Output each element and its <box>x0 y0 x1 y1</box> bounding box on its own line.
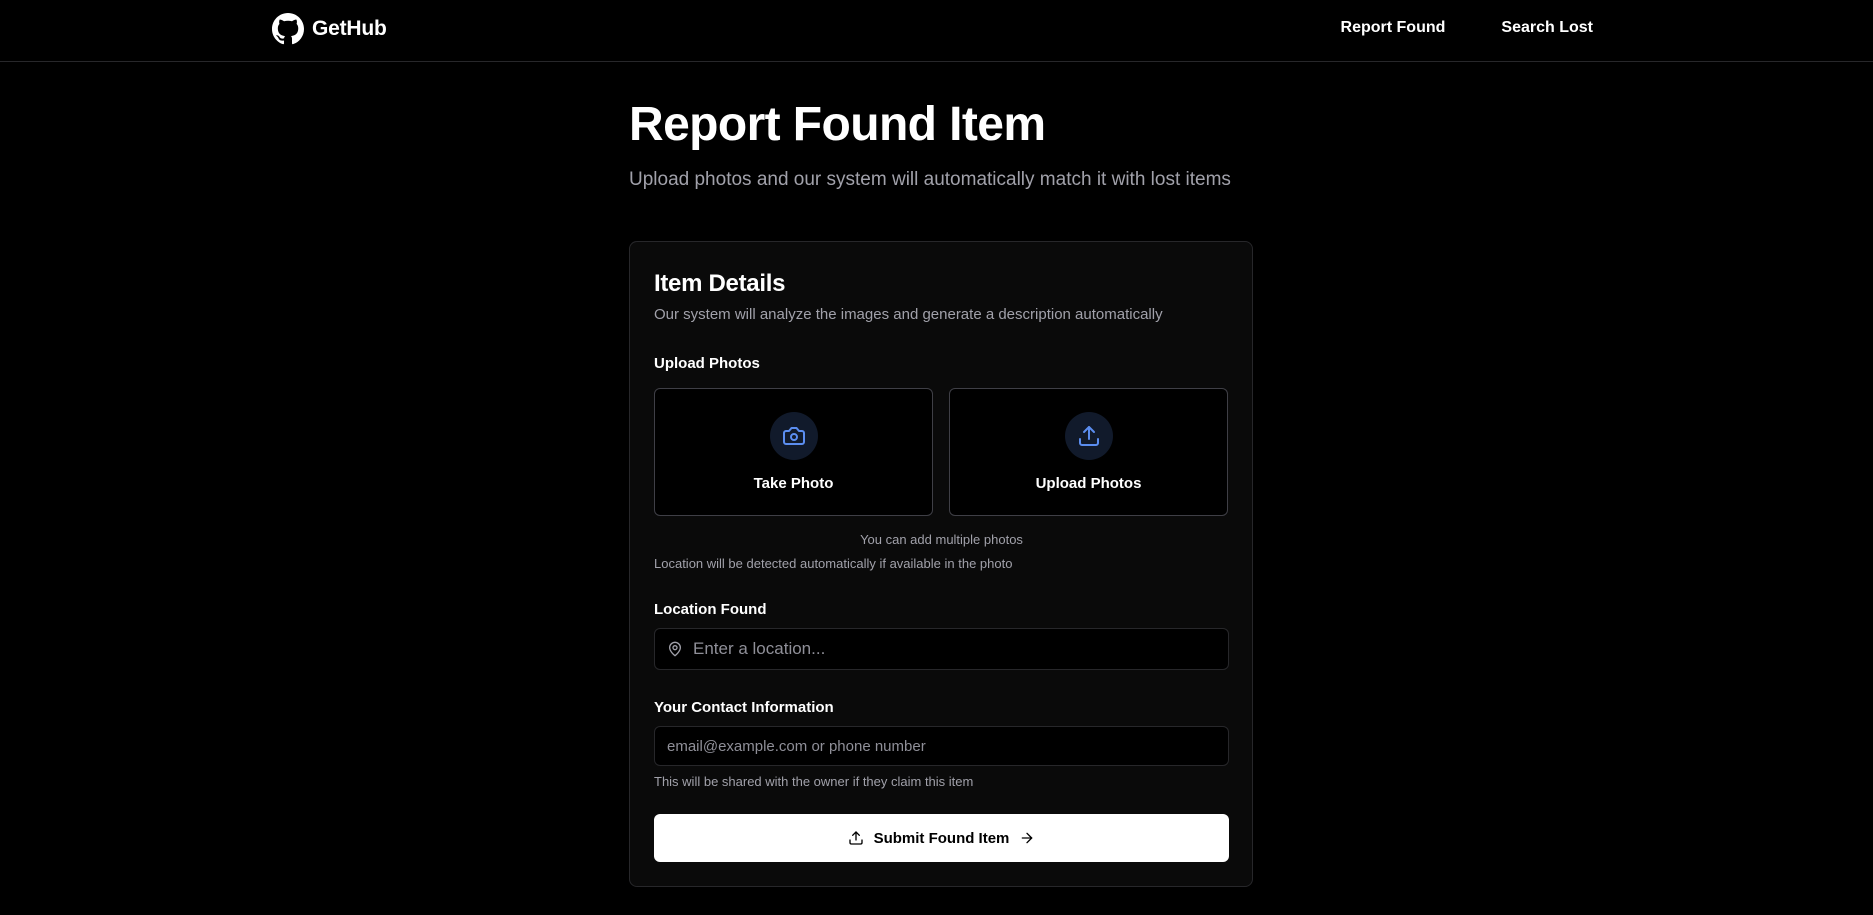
nav-link-report-found[interactable]: Report Found <box>1341 19 1446 37</box>
contact-share-note: This will be shared with the owner if th… <box>654 774 974 789</box>
location-found-label: Location Found <box>654 601 767 618</box>
item-details-card: Item Details Our system will analyze the… <box>629 241 1253 887</box>
brand[interactable]: GetHub <box>272 13 387 45</box>
card-description: Our system will analyze the images and g… <box>654 306 1163 323</box>
upload-photos-button[interactable]: Upload Photos <box>949 388 1228 516</box>
location-input[interactable] <box>693 639 1228 659</box>
top-navbar: GetHub Report Found Search Lost <box>0 0 1873 62</box>
multiple-photos-hint: You can add multiple photos <box>860 532 1023 547</box>
camera-icon <box>783 427 805 445</box>
contact-input[interactable] <box>667 737 1228 755</box>
submit-button-label: Submit Found Item <box>873 829 1010 847</box>
brand-name: GetHub <box>312 17 387 40</box>
contact-info-label: Your Contact Information <box>654 699 834 716</box>
contact-field <box>654 726 1229 766</box>
nav-link-search-lost[interactable]: Search Lost <box>1501 19 1593 37</box>
upload-icon-circle <box>1065 412 1113 460</box>
take-photo-button[interactable]: Take Photo <box>654 388 933 516</box>
location-field <box>654 628 1229 670</box>
location-detect-hint: Location will be detected automatically … <box>654 556 1013 571</box>
page-title: Report Found Item <box>629 98 1046 151</box>
upload-photos-label: Upload Photos <box>654 355 760 372</box>
arrow-right-icon <box>1022 832 1033 844</box>
github-octocat-icon <box>272 13 304 45</box>
camera-icon-circle <box>770 412 818 460</box>
page-header: Report Found Item Upload photos and our … <box>629 96 1269 192</box>
take-photo-label: Take Photo <box>753 475 834 492</box>
card-title: Item Details <box>654 270 786 297</box>
upload-photos-tile-label: Upload Photos <box>1035 475 1142 492</box>
map-pin-icon <box>669 641 681 657</box>
submit-found-item-button[interactable]: Submit Found Item <box>654 814 1229 862</box>
upload-icon <box>848 831 863 845</box>
upload-icon <box>1079 426 1099 446</box>
page-subtitle: Upload photos and our system will automa… <box>629 169 1231 190</box>
nav-links: Report Found Search Lost <box>1341 19 1593 37</box>
